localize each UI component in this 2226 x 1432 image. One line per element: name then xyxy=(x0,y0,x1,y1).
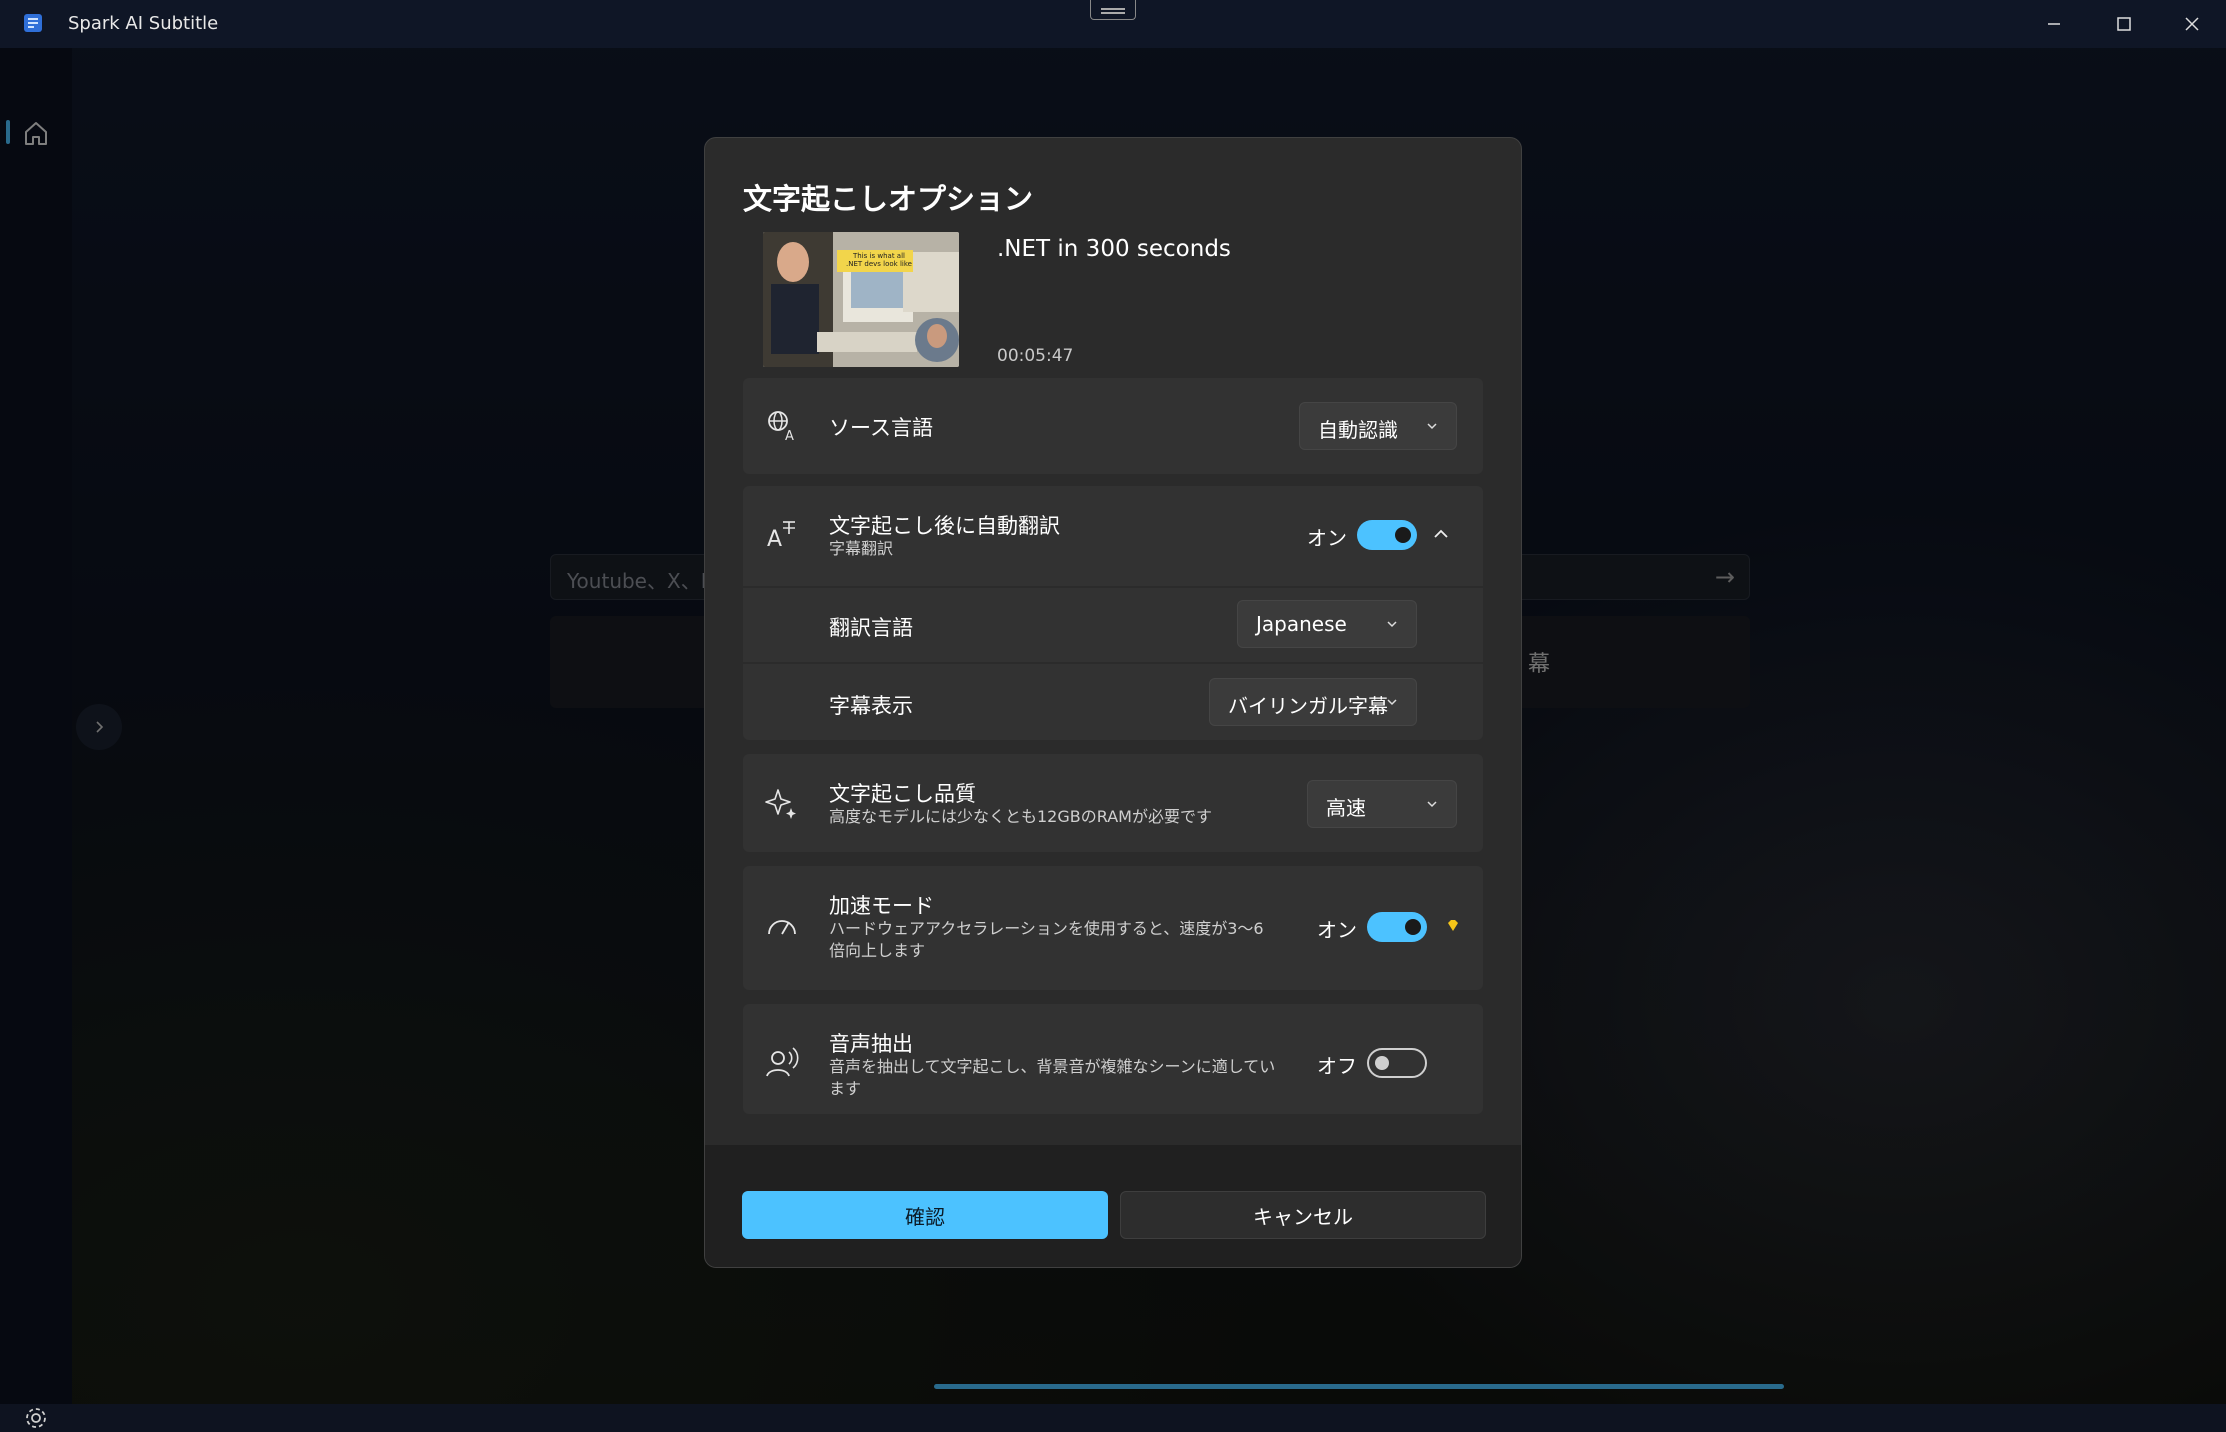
close-button[interactable] xyxy=(2172,8,2212,40)
subtitle-display-dropdown[interactable]: バイリンガル字幕 xyxy=(1209,678,1417,726)
close-icon xyxy=(2185,17,2199,31)
maximize-button[interactable] xyxy=(2104,8,2144,40)
premium-diamond-icon xyxy=(1448,920,1458,931)
svg-text:A: A xyxy=(767,527,782,550)
translate-icon: A xyxy=(767,521,795,550)
sparkle-icon xyxy=(765,789,796,819)
dialog-title: 文字起こしオプション xyxy=(743,182,1034,216)
dialog-footer: 確認 キャンセル xyxy=(705,1145,1521,1267)
acceleration-state: オン xyxy=(1317,918,1357,942)
maximize-icon xyxy=(2117,17,2131,31)
media-duration: 00:05:47 xyxy=(997,346,1074,366)
svg-text:A: A xyxy=(785,429,794,442)
voice-person-icon xyxy=(766,1047,799,1077)
language-globe-icon: A xyxy=(768,411,794,442)
quality-value: 高速 xyxy=(1326,796,1366,820)
thumbnail-caption-line-2: .NET devs look like xyxy=(846,260,912,268)
auto-translate-section: A 文字起こし後に自動翻訳 字幕翻訳 オン 翻訳言語 Japanese 字幕表示… xyxy=(743,486,1483,740)
voice-extraction-toggle[interactable] xyxy=(1367,1048,1427,1078)
confirm-button[interactable]: 確認 xyxy=(742,1191,1108,1239)
source-language-value: 自動認識 xyxy=(1318,418,1398,442)
window-title: Spark AI Subtitle xyxy=(68,13,219,34)
acceleration-sublabel: ハードウェアアクセラレーションを使用すると、速度が3～6倍向上します xyxy=(829,919,1264,960)
gear-icon[interactable] xyxy=(22,1404,50,1432)
source-language-label: ソース言語 xyxy=(829,416,933,440)
acceleration-label: 加速モード xyxy=(829,894,934,918)
translate-language-label: 翻訳言語 xyxy=(829,616,913,640)
thumbnail-caption-line-1: This is what all xyxy=(853,252,905,260)
quality-sublabel: 高度なモデルには少なくとも12GBのRAMが必要です xyxy=(829,807,1212,826)
voice-extraction-state: オフ xyxy=(1317,1054,1357,1078)
acceleration-row: 加速モード ハードウェアアクセラレーションを使用すると、速度が3～6倍向上します… xyxy=(743,866,1483,990)
quality-dropdown[interactable]: 高速 xyxy=(1307,780,1457,828)
auto-translate-toggle[interactable] xyxy=(1357,520,1417,550)
cancel-button[interactable]: キャンセル xyxy=(1120,1191,1486,1239)
quality-row: 文字起こし品質 高度なモデルには少なくとも12GBのRAMが必要です 高速 xyxy=(743,754,1483,852)
voice-extraction-label: 音声抽出 xyxy=(829,1032,913,1056)
auto-translate-sublabel: 字幕翻訳 xyxy=(829,539,894,558)
acceleration-toggle[interactable] xyxy=(1367,912,1427,942)
video-thumbnail: This is what all .NET devs look like xyxy=(763,232,959,367)
divider xyxy=(743,586,1483,588)
translate-language-dropdown[interactable]: Japanese xyxy=(1237,600,1417,648)
chevron-up-icon[interactable] xyxy=(1433,526,1449,542)
auto-translate-label: 文字起こし後に自動翻訳 xyxy=(829,514,1060,538)
chevron-down-icon xyxy=(1387,621,1397,628)
minimize-icon xyxy=(2048,23,2060,25)
media-title: .NET in 300 seconds xyxy=(997,236,1231,262)
minimize-button[interactable] xyxy=(2034,8,2074,40)
app-logo-icon xyxy=(24,14,42,32)
voice-extraction-sublabel: 音声を抽出して文字起こし、背景音が複雑なシーンに適しています xyxy=(829,1057,1276,1098)
title-bar: Spark AI Subtitle xyxy=(0,0,2226,48)
chevron-down-icon xyxy=(1387,699,1397,706)
speedometer-icon xyxy=(768,920,796,935)
chevron-down-icon xyxy=(1427,423,1437,430)
subtitle-display-value: バイリンガル字幕 xyxy=(1228,694,1388,718)
subtitle-display-label: 字幕表示 xyxy=(829,694,913,718)
drag-handle[interactable] xyxy=(1090,0,1136,20)
source-language-row: A ソース言語 自動認識 xyxy=(743,378,1483,474)
source-language-dropdown[interactable]: 自動認識 xyxy=(1299,402,1457,450)
chevron-down-icon xyxy=(1427,801,1437,808)
transcription-options-dialog: 文字起こしオプション This is what all .NET devs lo… xyxy=(704,137,1522,1268)
voice-extraction-row: 音声抽出 音声を抽出して文字起こし、背景音が複雑なシーンに適しています オフ xyxy=(743,1004,1483,1114)
divider xyxy=(743,662,1483,664)
auto-translate-state: オン xyxy=(1307,526,1347,550)
translate-language-value: Japanese xyxy=(1256,612,1347,636)
quality-label: 文字起こし品質 xyxy=(829,782,976,806)
